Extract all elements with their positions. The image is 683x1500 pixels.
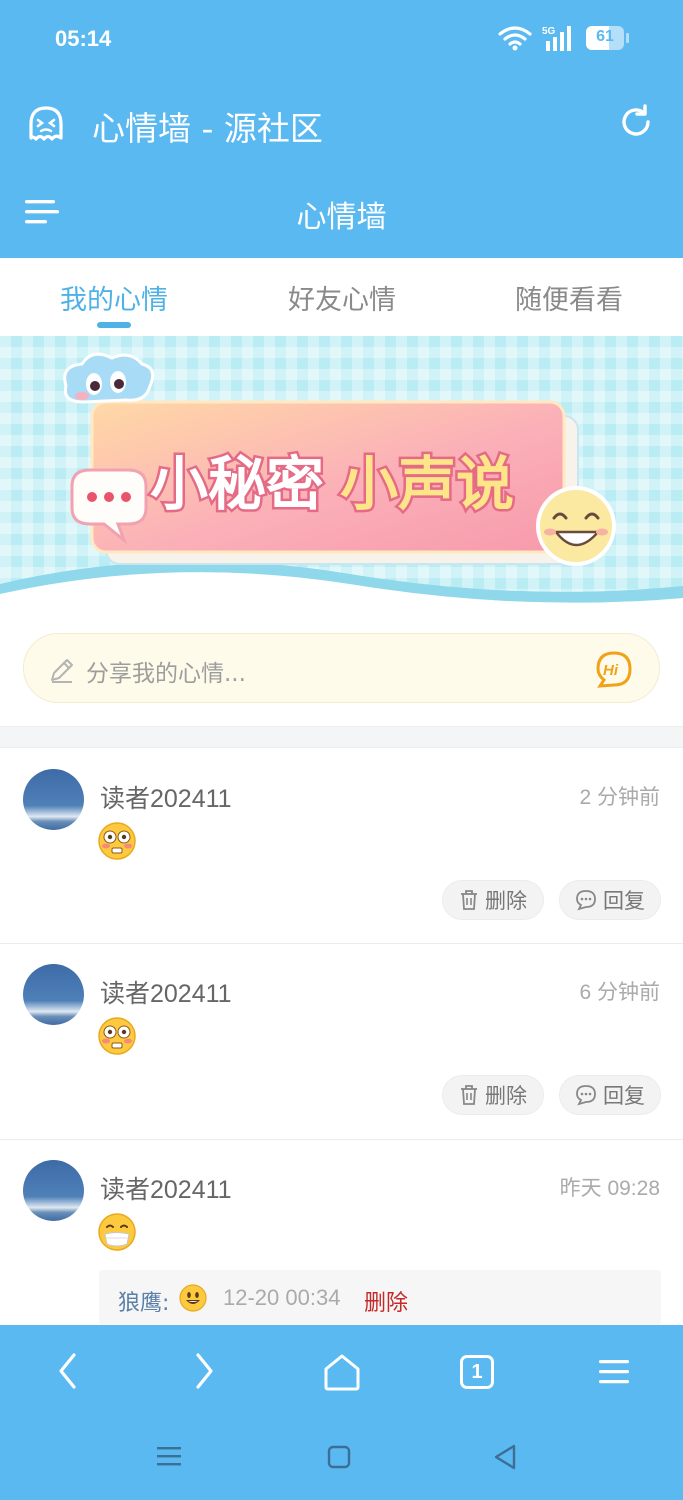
banner-illustration: 小秘密 小声说 (0, 352, 683, 608)
avatar[interactable] (23, 769, 84, 830)
tab-indicator (97, 322, 131, 328)
top-header: 05:14 5G 61 心情墙 - 源社区 心情墙 (0, 0, 683, 258)
system-home-icon[interactable] (326, 1442, 352, 1472)
status-bar: 05:14 5G 61 (0, 0, 683, 80)
wifi-icon (498, 26, 532, 51)
home-icon[interactable] (322, 1347, 362, 1395)
reply-button[interactable]: 回复 (559, 880, 661, 920)
post-username[interactable]: 读者202411 (100, 974, 232, 1010)
banner-text-secret: 小秘密 (150, 450, 324, 518)
reply-time: 12-20 00:34 (223, 1285, 341, 1310)
smiley-sticker-icon (536, 486, 616, 566)
trash-icon (461, 1085, 477, 1105)
refresh-icon[interactable] (618, 104, 654, 140)
system-back-icon[interactable] (492, 1442, 518, 1472)
grinning-face-icon (179, 1284, 207, 1312)
reply-label: 回复 (603, 889, 645, 913)
flushed-face-icon (98, 1017, 136, 1055)
mask-face-icon (98, 1213, 136, 1251)
reply-item: 狼鹰: 12-20 00:34 删除 (99, 1270, 661, 1326)
banner-text-whisper: 小声说 (340, 450, 514, 518)
nav-bar: 心情墙 (0, 180, 683, 246)
tabs-count: 1 (471, 1361, 483, 1383)
comment-icon (576, 890, 596, 911)
mood-post: 读者202411 昨天 09:28 狼鹰: 12-20 00:34 删除 (0, 1140, 683, 1326)
post-username[interactable]: 读者202411 (100, 1170, 232, 1206)
section-divider (0, 726, 683, 748)
recent-apps-icon[interactable] (156, 1442, 182, 1472)
app-bar: 心情墙 - 源社区 (0, 90, 683, 160)
tabs-count-button[interactable]: 1 (460, 1355, 494, 1389)
bottom-bar: 1 (0, 1325, 683, 1500)
pencil-icon (51, 659, 73, 683)
reply-delete-link[interactable]: 删除 (364, 1285, 408, 1317)
reply-label: 回复 (603, 1084, 645, 1108)
delete-label: 删除 (485, 889, 527, 913)
cloud-mascot-icon (63, 352, 155, 404)
post-username[interactable]: 读者202411 (100, 779, 232, 815)
reply-button[interactable]: 回复 (559, 1075, 661, 1115)
mood-composer[interactable]: 分享我的心情... Hi (23, 633, 660, 703)
tab-bar: 我的心情 好友心情 随便看看 (0, 258, 683, 336)
reply-author[interactable]: 狼鹰: (118, 1285, 169, 1317)
page-title: 心情墙 (296, 200, 387, 235)
signal-5g-icon: 5G (542, 26, 571, 51)
tab-browse[interactable]: 随便看看 (455, 278, 683, 317)
mood-post: 读者202411 6 分钟前 删除 回复 (0, 944, 683, 1140)
composer-placeholder: 分享我的心情... (86, 661, 246, 687)
hi-badge-icon: Hi (596, 651, 632, 688)
delete-button[interactable]: 删除 (442, 1075, 544, 1115)
battery-icon: 61 (586, 26, 629, 50)
menu-more-icon[interactable] (597, 1347, 631, 1395)
back-icon[interactable] (52, 1347, 84, 1395)
status-time: 05:14 (55, 26, 112, 51)
comment-icon (576, 1085, 596, 1106)
tab-friends-mood[interactable]: 好友心情 (228, 278, 456, 317)
post-time: 2 分钟前 (579, 786, 660, 809)
avatar[interactable] (23, 1160, 84, 1221)
app-title: 心情墙 - 源社区 (92, 109, 323, 148)
delete-button[interactable]: 删除 (442, 880, 544, 920)
battery-level: 61 (596, 28, 614, 45)
banner: 小秘密 小声说 (0, 336, 683, 608)
flushed-face-icon (98, 822, 136, 860)
mood-post: 读者202411 2 分钟前 删除 回复 (0, 749, 683, 944)
hi-badge-label: Hi (603, 662, 619, 679)
network-label: 5G (542, 26, 556, 37)
trash-icon (461, 890, 477, 910)
ghost-logo-icon (29, 106, 63, 141)
avatar[interactable] (23, 964, 84, 1025)
tab-my-mood[interactable]: 我的心情 (0, 278, 228, 317)
post-time: 6 分钟前 (579, 981, 660, 1004)
delete-label: 删除 (485, 1084, 527, 1108)
post-time: 昨天 09:28 (559, 1177, 660, 1200)
status-icons: 5G 61 (498, 24, 629, 52)
forward-icon[interactable] (188, 1347, 220, 1395)
